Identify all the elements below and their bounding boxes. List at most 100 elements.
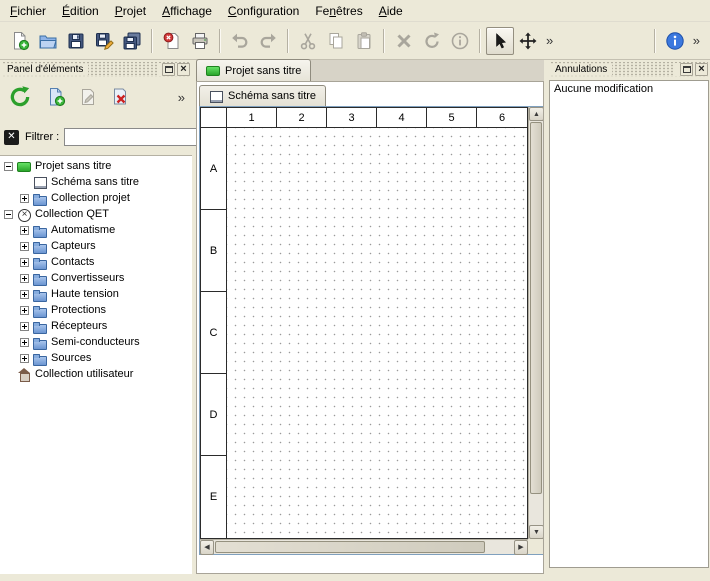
tree-expander[interactable] (20, 354, 29, 363)
tree-expander[interactable] (20, 290, 29, 299)
tree-expander[interactable] (20, 338, 29, 347)
scroll-up-button[interactable]: ▲ (529, 107, 544, 121)
tree-item[interactable]: Projet sans titre (0, 158, 192, 174)
edit-info-button[interactable] (446, 27, 474, 55)
horizontal-scroll-track[interactable] (214, 540, 514, 554)
delete-button[interactable] (390, 27, 418, 55)
tree-item[interactable]: Collection utilisateur (0, 366, 192, 382)
cut-button[interactable] (294, 27, 322, 55)
close-file-button[interactable] (158, 27, 186, 55)
tree-item-label: Convertisseurs (51, 272, 124, 284)
tree-item[interactable]: Automatisme (0, 222, 192, 238)
diagram-horizontal-scrollbar[interactable]: ◀ ▶ (200, 539, 528, 554)
save-button[interactable] (62, 27, 90, 55)
save-all-button[interactable] (118, 27, 146, 55)
tree-item[interactable]: Capteurs (0, 238, 192, 254)
dock-float-button[interactable] (162, 63, 175, 76)
tree-expander[interactable] (20, 226, 29, 235)
menu-item[interactable]: Fenêtres (307, 0, 370, 21)
elements-panel-title: Panel d'éléments (2, 64, 88, 75)
dock-close-button[interactable]: × (695, 63, 708, 76)
filter-label: Filtrer : (25, 131, 59, 143)
tree-item-label: Récepteurs (51, 320, 107, 332)
print-button[interactable] (186, 27, 214, 55)
tree-item-icon (17, 160, 31, 173)
about-button[interactable] (661, 27, 689, 55)
tree-item[interactable]: Sources (0, 350, 192, 366)
diagram-tab[interactable]: Schéma sans titre (199, 85, 326, 106)
tree-item-icon (33, 320, 47, 333)
row-header: D (201, 374, 226, 456)
menu-item[interactable]: Fichier (2, 0, 54, 21)
tree-item[interactable]: Haute tension (0, 286, 192, 302)
paste-button[interactable] (350, 27, 378, 55)
main-toolbar: » » (0, 22, 710, 60)
edit-element-button[interactable] (74, 84, 101, 111)
menu-item[interactable]: Édition (54, 0, 107, 21)
menu-item[interactable]: Configuration (220, 0, 307, 21)
toolbar-overflow-button[interactable]: » (542, 33, 557, 48)
menu-item[interactable]: Aide (371, 0, 411, 21)
tree-expander[interactable] (20, 194, 29, 203)
tree-item[interactable]: Récepteurs (0, 318, 192, 334)
project-tab[interactable]: Projet sans titre (196, 59, 311, 81)
tree-item[interactable]: Convertisseurs (0, 270, 192, 286)
scroll-right-button[interactable]: ▶ (514, 540, 528, 555)
tree-item[interactable]: Collection projet (0, 190, 192, 206)
tree-item-label: Capteurs (51, 240, 96, 252)
main-area: Panel d'éléments × » ✕ Filtrer : (0, 60, 710, 580)
redo-button[interactable] (254, 27, 282, 55)
tree-expander[interactable] (20, 306, 29, 315)
menu-item[interactable]: Affichage (154, 0, 220, 21)
panel-toolbar-overflow-button[interactable]: » (178, 90, 188, 105)
tree-expander[interactable] (4, 162, 13, 171)
diagram-vertical-scrollbar[interactable]: ▲ ▼ (528, 107, 543, 539)
undo-button[interactable] (226, 27, 254, 55)
tree-expander[interactable] (20, 258, 29, 267)
vertical-scroll-thumb[interactable] (530, 122, 542, 494)
vertical-scroll-track[interactable] (529, 121, 543, 525)
tree-expander[interactable] (20, 322, 29, 331)
save-as-button[interactable] (90, 27, 118, 55)
menu-item[interactable]: Projet (107, 0, 154, 21)
dock-float-button[interactable] (680, 63, 693, 76)
undo-history-list[interactable]: Aucune modification (549, 80, 709, 568)
dock-close-button[interactable]: × (177, 63, 190, 76)
diagram-grid: 123456 ABCDE (200, 107, 528, 539)
new-file-button[interactable] (6, 27, 34, 55)
tree-expander[interactable] (20, 274, 29, 283)
page-red-cross-icon (110, 87, 130, 107)
scroll-down-button[interactable]: ▼ (529, 525, 544, 539)
tree-item-icon (33, 240, 47, 253)
toolbar-overflow-button[interactable]: » (689, 33, 704, 48)
printer-icon (190, 31, 210, 51)
open-file-button[interactable] (34, 27, 62, 55)
tree-expander[interactable] (20, 242, 29, 251)
tree-expander[interactable] (4, 210, 13, 219)
copy-button[interactable] (322, 27, 350, 55)
select-mode-button[interactable] (486, 27, 514, 55)
reload-collections-button[interactable] (4, 82, 35, 113)
pan-mode-button[interactable] (514, 27, 542, 55)
diagram-canvas[interactable] (227, 128, 527, 538)
pencil-page-icon (78, 87, 98, 107)
delete-element-button[interactable] (106, 84, 133, 111)
clear-filter-button[interactable]: ✕ (4, 130, 19, 145)
row-header: B (201, 210, 226, 292)
scroll-left-button[interactable]: ◀ (200, 540, 214, 555)
toolbar-separator (219, 29, 221, 53)
tree-item[interactable]: Schéma sans titre (0, 174, 192, 190)
tree-item[interactable]: Semi-conducteurs (0, 334, 192, 350)
tree-item[interactable]: Collection QET (0, 206, 192, 222)
tree-item[interactable]: Contacts (0, 254, 192, 270)
new-element-button[interactable] (42, 84, 69, 111)
row-header: A (201, 128, 226, 210)
up-arrow-icon: ▲ (533, 111, 540, 118)
tree-item-icon (33, 336, 47, 349)
tree-item[interactable]: Protections (0, 302, 192, 318)
rotate-button[interactable] (418, 27, 446, 55)
elements-panel-titlebar[interactable]: Panel d'éléments × (2, 62, 190, 77)
undo-panel-titlebar[interactable]: Annulations × (550, 62, 708, 77)
column-header: 3 (327, 108, 377, 127)
horizontal-scroll-thumb[interactable] (215, 541, 485, 553)
